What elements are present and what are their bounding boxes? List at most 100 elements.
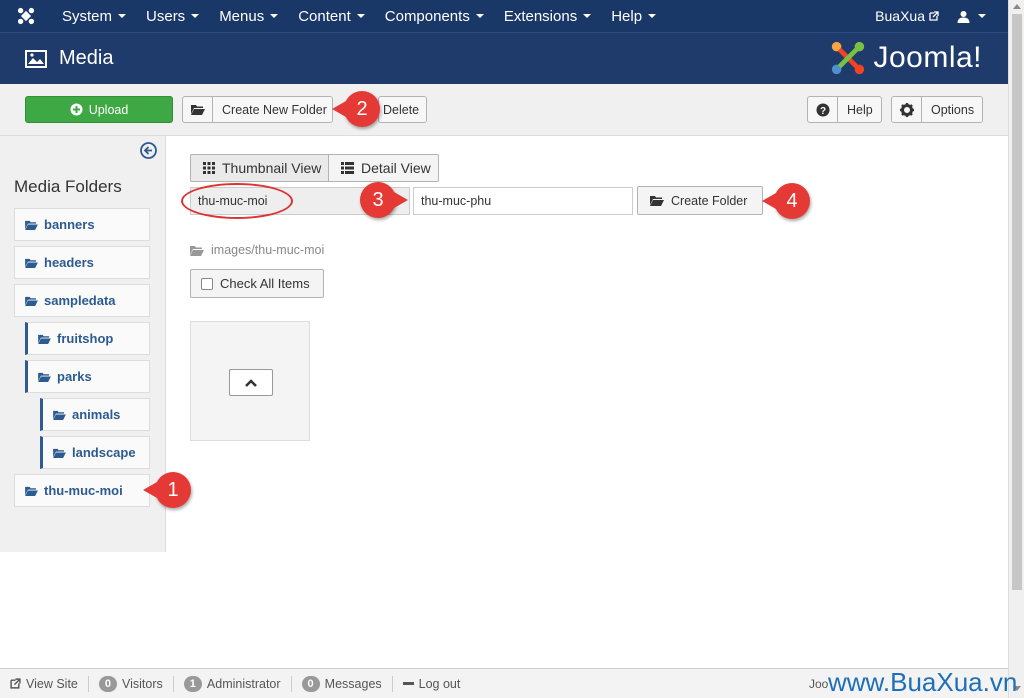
menu-extensions[interactable]: Extensions bbox=[494, 8, 601, 25]
folder-up-button[interactable] bbox=[229, 369, 273, 396]
help-button[interactable]: ? Help bbox=[807, 96, 882, 123]
menu-users[interactable]: Users bbox=[136, 8, 209, 25]
check-all-label: Check All Items bbox=[220, 276, 310, 291]
callout-2: 2 bbox=[332, 91, 380, 127]
folder-open-icon bbox=[53, 448, 66, 458]
plus-circle-icon bbox=[70, 103, 83, 116]
site-name: BuaXua bbox=[875, 8, 925, 24]
folder-open-icon bbox=[650, 196, 664, 206]
folder-label: headers bbox=[44, 255, 94, 270]
top-menu: System Users Menus Content Components Ex… bbox=[52, 8, 666, 25]
visitors-status[interactable]: 0 Visitors bbox=[89, 675, 174, 692]
callout-number: 1 bbox=[167, 478, 179, 501]
gear-icon bbox=[892, 97, 922, 122]
menu-label: Content bbox=[298, 7, 351, 25]
vertical-scrollbar[interactable] bbox=[1008, 0, 1024, 698]
create-new-folder-button[interactable]: Create New Folder bbox=[182, 96, 333, 123]
menu-label: Menus bbox=[219, 7, 265, 25]
messages-status[interactable]: 0 Messages bbox=[292, 675, 393, 692]
create-folder-label: Create Folder bbox=[671, 193, 748, 208]
page-header: Media Joomla! bbox=[0, 32, 1008, 84]
create-new-folder-label: Create New Folder bbox=[222, 102, 327, 117]
folder-label: landscape bbox=[72, 445, 136, 460]
scroll-up-arrow-icon[interactable] bbox=[1013, 4, 1021, 9]
menu-system[interactable]: System bbox=[52, 8, 136, 25]
menu-content[interactable]: Content bbox=[288, 8, 375, 25]
external-link-icon bbox=[929, 11, 939, 21]
folder-item-fruitshop[interactable]: fruitshop bbox=[25, 322, 150, 355]
admin-label: Administrator bbox=[206, 676, 281, 691]
toolbar: Upload Create New Folder Delete ? Help O… bbox=[0, 84, 1008, 136]
new-folder-name-input[interactable] bbox=[413, 187, 633, 215]
user-menu[interactable] bbox=[957, 10, 986, 23]
brand-text: Joomla! bbox=[873, 41, 982, 74]
folder-label: parks bbox=[57, 369, 92, 384]
list-icon bbox=[341, 162, 354, 174]
detail-view-label: Detail View bbox=[361, 160, 431, 176]
menu-label: Help bbox=[611, 7, 643, 25]
joomla-logo-icon[interactable] bbox=[0, 7, 52, 25]
help-label: Help bbox=[847, 102, 873, 117]
folder-open-icon bbox=[183, 97, 213, 122]
folder-open-icon bbox=[25, 258, 38, 268]
user-icon bbox=[957, 10, 970, 23]
top-right-area: BuaXua bbox=[875, 8, 1008, 24]
watermark: www.BuaXua.vn bbox=[828, 667, 1018, 697]
caret-down-icon bbox=[648, 14, 657, 18]
messages-label: Messages bbox=[324, 676, 382, 691]
joomla-brand: Joomla! bbox=[829, 39, 982, 77]
folder-label: fruitshop bbox=[57, 331, 114, 346]
detail-view-button[interactable]: Detail View bbox=[328, 154, 439, 182]
folder-item-banners[interactable]: banners bbox=[14, 208, 150, 241]
options-button[interactable]: Options bbox=[891, 96, 983, 123]
folder-up-thumbnail bbox=[190, 321, 310, 441]
folder-item-animals[interactable]: animals bbox=[40, 398, 150, 431]
folder-open-icon bbox=[38, 372, 51, 382]
delete-button[interactable]: Delete bbox=[378, 96, 427, 123]
minus-icon bbox=[402, 682, 414, 685]
arrow-left-circle-icon bbox=[140, 142, 157, 159]
menu-components[interactable]: Components bbox=[375, 8, 494, 25]
folder-item-thu-muc-moi[interactable]: thu-muc-moi bbox=[14, 474, 150, 507]
thumbnail-view-button[interactable]: Thumbnail View bbox=[190, 154, 329, 182]
caret-down-icon bbox=[583, 14, 592, 18]
visitors-label: Visitors bbox=[122, 676, 163, 691]
folder-open-icon bbox=[38, 334, 51, 344]
top-navbar: System Users Menus Content Components Ex… bbox=[0, 0, 1008, 32]
administrator-status[interactable]: 1 Administrator bbox=[174, 675, 292, 692]
menu-menus[interactable]: Menus bbox=[209, 8, 288, 25]
question-circle-icon: ? bbox=[808, 97, 838, 122]
menu-label: Extensions bbox=[503, 7, 578, 25]
collapse-sidebar-button[interactable] bbox=[140, 142, 157, 162]
caret-down-icon bbox=[118, 14, 127, 18]
joomla-brand-logo-icon bbox=[832, 41, 865, 75]
folder-item-headers[interactable]: headers bbox=[14, 246, 150, 279]
check-all-items-button[interactable]: Check All Items bbox=[190, 269, 324, 298]
folder-open-icon bbox=[190, 245, 204, 256]
folder-open-icon bbox=[25, 296, 38, 306]
scrollbar-thumb[interactable] bbox=[1012, 14, 1022, 590]
page-title: Media bbox=[59, 47, 114, 69]
folder-item-sampledata[interactable]: sampledata bbox=[14, 284, 150, 317]
menu-label: System bbox=[62, 7, 113, 25]
upload-button[interactable]: Upload bbox=[25, 96, 173, 123]
menu-label: Components bbox=[384, 7, 470, 25]
logout-label: Log out bbox=[418, 676, 461, 691]
menu-help[interactable]: Help bbox=[601, 8, 666, 25]
menu-label: Users bbox=[146, 7, 186, 25]
delete-label: Delete bbox=[383, 102, 420, 117]
grid-icon bbox=[203, 162, 215, 174]
folder-open-icon bbox=[53, 410, 66, 420]
logout-link[interactable]: Log out bbox=[393, 676, 471, 692]
callout-1: 1 bbox=[143, 472, 191, 508]
folder-item-landscape[interactable]: landscape bbox=[40, 436, 150, 469]
view-site-link[interactable]: View Site bbox=[0, 675, 89, 692]
highlight-ellipse bbox=[181, 183, 293, 219]
folder-item-parks[interactable]: parks bbox=[25, 360, 150, 393]
create-folder-button[interactable]: Create Folder bbox=[637, 186, 763, 215]
site-link[interactable]: BuaXua bbox=[875, 8, 939, 24]
caret-down-icon bbox=[191, 14, 200, 18]
image-icon bbox=[25, 49, 47, 68]
folder-open-icon bbox=[25, 220, 38, 230]
media-folders-heading: Media Folders bbox=[14, 177, 122, 196]
